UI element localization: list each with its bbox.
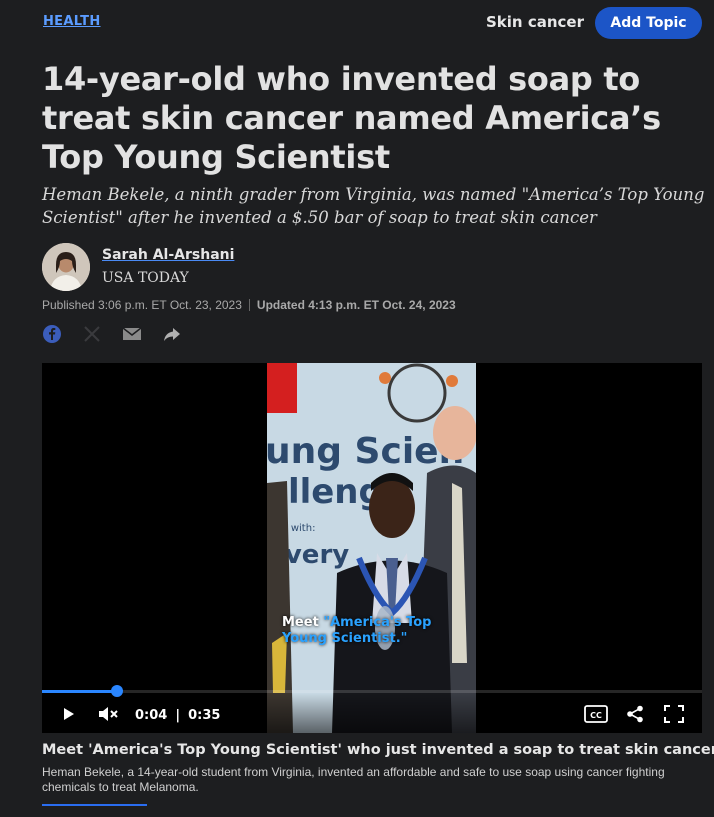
time-display: 0:04 | 0:35 (135, 708, 220, 723)
publish-dates: Published 3:06 p.m. ET Oct. 23, 2023 Upd… (42, 298, 456, 312)
duration: 0:35 (188, 708, 221, 723)
video-still: ung Scien allenge ship with: overy (267, 363, 476, 733)
email-icon[interactable] (122, 324, 142, 344)
video-frame: ung Scien allenge ship with: overy Meet … (267, 363, 476, 733)
current-time: 0:04 (135, 708, 168, 723)
mute-icon[interactable] (98, 707, 120, 726)
video-title: Meet 'America's Top Young Scientist' who… (42, 742, 714, 758)
section-underline (42, 804, 147, 806)
video-caption-overlay: Meet "America's Top Young Scientist." (282, 615, 472, 647)
published-date: Published 3:06 p.m. ET Oct. 23, 2023 (42, 298, 242, 312)
share-bar (42, 324, 182, 344)
share-video-icon[interactable] (626, 705, 644, 728)
article-headline: 14-year-old who invented soap to treat s… (42, 60, 661, 176)
progress-track[interactable] (42, 690, 702, 693)
video-controls: 0:04 | 0:35 CC (42, 685, 702, 733)
add-topic-button[interactable]: Add Topic (595, 7, 702, 39)
time-separator: | (175, 708, 181, 723)
topbar: HEALTH Skin cancer Add Topic (0, 0, 714, 50)
closed-captions-icon[interactable]: CC (584, 705, 608, 728)
date-divider (248, 299, 250, 311)
share-icon[interactable] (162, 324, 182, 344)
progress-handle[interactable] (111, 685, 123, 697)
fullscreen-icon[interactable] (664, 705, 684, 728)
play-icon[interactable] (62, 707, 76, 726)
facebook-icon[interactable] (42, 324, 62, 344)
progress-fill (42, 690, 117, 693)
video-player[interactable]: ung Scien allenge ship with: overy Meet … (42, 363, 702, 733)
x-icon[interactable] (82, 324, 102, 344)
author-avatar[interactable] (42, 243, 90, 291)
topic-label[interactable]: Skin cancer (486, 13, 584, 31)
updated-date: Updated 4:13 p.m. ET Oct. 24, 2023 (256, 298, 456, 312)
caption-prefix: Meet (282, 615, 324, 630)
author-name-link[interactable]: Sarah Al-Arshani (102, 247, 234, 263)
video-description: Heman Bekele, a 14-year-old student from… (42, 765, 665, 794)
author-photo (42, 243, 90, 291)
outlet-name: USA TODAY (102, 270, 189, 286)
svg-text:CC: CC (590, 711, 602, 720)
article-dek: Heman Bekele, a ninth grader from Virgin… (42, 185, 705, 227)
section-link-health[interactable]: HEALTH (43, 14, 101, 29)
